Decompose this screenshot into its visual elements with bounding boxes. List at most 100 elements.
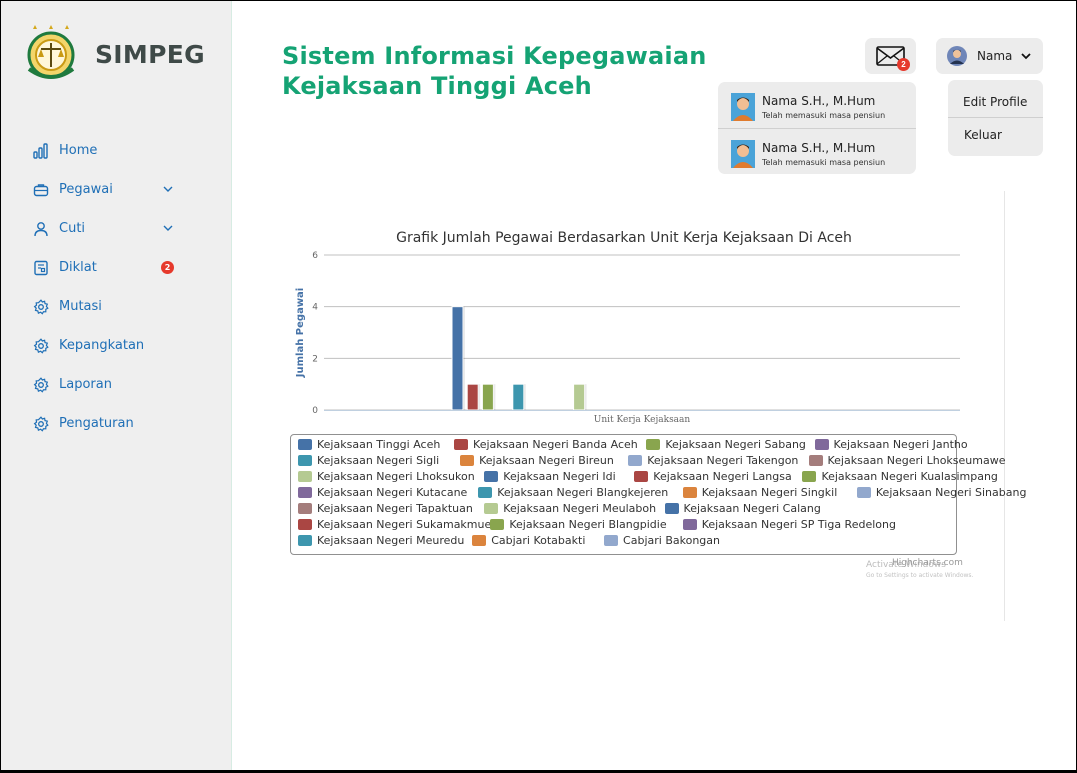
legend-swatch xyxy=(814,439,829,450)
legend-item[interactable]: Kejaksaan Negeri Calang xyxy=(664,502,821,515)
legend-item[interactable]: Kejaksaan Negeri Blangpidie xyxy=(490,518,667,531)
bar-shadow xyxy=(493,384,496,410)
chevron-down-icon[interactable] xyxy=(161,221,175,235)
avatar xyxy=(947,46,967,66)
legend-item[interactable]: Kejaksaan Negeri Langsa xyxy=(634,470,792,483)
chart-title: Grafik Jumlah Pegawai Berdasarkan Unit K… xyxy=(396,230,852,246)
legend-swatch xyxy=(460,455,475,466)
legend-swatch xyxy=(802,471,817,482)
notification-dropdown: Nama S.H., M.Hum Telah memasuki masa pen… xyxy=(718,82,916,174)
y-axis-label: Jumlah Pegawai xyxy=(295,288,306,378)
legend-item[interactable]: Kejaksaan Negeri Lhoksukon xyxy=(298,470,475,483)
legend-item[interactable]: Kejaksaan Negeri Kutacane xyxy=(298,486,467,499)
sidebar: SIMPEG Home Pegawai Cuti Diklat 2 Mutasi… xyxy=(1,1,232,770)
legend-item[interactable]: Cabjari Kotabakti xyxy=(472,534,585,547)
legend-label: Kejaksaan Negeri Idi xyxy=(503,470,616,483)
logout-item[interactable]: Keluar xyxy=(948,118,1043,156)
legend-label: Kejaksaan Negeri Lhokseumawe xyxy=(827,454,1006,467)
y-tick-label: 2 xyxy=(312,354,318,364)
app-window: SIMPEG Home Pegawai Cuti Diklat 2 Mutasi… xyxy=(1,1,1076,770)
sidebar-item-pengaturan[interactable]: Pengaturan xyxy=(1,404,232,443)
chevron-down-icon[interactable] xyxy=(161,182,175,196)
legend-label: Cabjari Kotabakti xyxy=(491,534,586,547)
legend-swatch xyxy=(808,455,823,466)
sidebar-item-home[interactable]: Home xyxy=(1,131,232,170)
legend-item[interactable]: Kejaksaan Negeri Takengon xyxy=(628,454,798,467)
sidebar-item-diklat[interactable]: Diklat 2 xyxy=(1,248,232,287)
page-title-line2: Kejaksaan Tinggi Aceh xyxy=(282,72,592,100)
sidebar-item-cuti[interactable]: Cuti xyxy=(1,209,232,248)
legend-label: Kejaksaan Negeri Blangpidie xyxy=(509,518,667,531)
y-tick-label: 0 xyxy=(312,406,318,416)
legend-item[interactable]: Kejaksaan Tinggi Aceh xyxy=(298,438,440,451)
legend-label: Kejaksaan Negeri Meuredu xyxy=(317,534,465,547)
legend-item[interactable]: Kejaksaan Negeri Sinabang xyxy=(856,486,1027,499)
legend-item[interactable]: Kejaksaan Negeri Kualasimpang xyxy=(802,470,998,483)
document-icon xyxy=(34,260,48,275)
edit-profile-item[interactable]: Edit Profile xyxy=(948,80,1043,118)
legend-item[interactable]: Kejaksaan Negeri Sukamakmue xyxy=(298,518,491,531)
gear-icon xyxy=(33,376,49,393)
notification-item[interactable]: Nama S.H., M.Hum Telah memasuki masa pen… xyxy=(718,82,916,128)
legend-label: Kejaksaan Negeri SP Tiga Redelong xyxy=(701,518,896,531)
sidebar-item-laporan[interactable]: Laporan xyxy=(1,365,232,404)
legend-item[interactable]: Kejaksaan Negeri Idi xyxy=(484,470,616,483)
sidebar-item-label: Kepangkatan xyxy=(59,338,145,353)
user-menu-button[interactable]: Nama xyxy=(936,38,1043,74)
sidebar-item-kepangkatan[interactable]: Kepangkatan xyxy=(1,326,232,365)
sidebar-item-label: Pegawai xyxy=(59,182,113,197)
sidebar-item-label: Mutasi xyxy=(59,299,102,314)
legend-label: Kejaksaan Tinggi Aceh xyxy=(317,438,441,451)
legend-label: Kejaksaan Negeri Sabang xyxy=(665,438,806,451)
legend-item[interactable]: Kejaksaan Negeri Banda Aceh xyxy=(454,438,638,451)
legend-swatch xyxy=(298,487,312,498)
legend-item[interactable]: Kejaksaan Negeri SP Tiga Redelong xyxy=(682,518,896,531)
x-axis-label: Unit Kerja Kejaksaan xyxy=(594,415,691,425)
legend-swatch xyxy=(628,455,643,466)
app-name: SIMPEG xyxy=(95,39,205,69)
legend-item[interactable]: Kejaksaan Negeri Meuredu xyxy=(298,534,464,547)
legend-item[interactable]: Kejaksaan Negeri Tapaktuan xyxy=(298,502,473,515)
legend-label: Kejaksaan Negeri Sinabang xyxy=(875,486,1027,499)
legend-item[interactable]: Cabjari Bakongan xyxy=(604,534,720,547)
brand[interactable]: SIMPEG xyxy=(21,23,205,85)
bar-shadow xyxy=(463,306,465,410)
legend-item[interactable]: Kejaksaan Negeri Blangkejeren xyxy=(478,486,668,499)
legend-swatch xyxy=(490,519,505,530)
legend-swatch xyxy=(484,471,499,482)
sidebar-item-pegawai[interactable]: Pegawai xyxy=(1,170,232,209)
gear-icon xyxy=(33,415,49,432)
bar xyxy=(451,306,464,411)
legend-label: Kejaksaan Negeri Sukamakmue xyxy=(317,518,492,531)
legend-item[interactable]: Kejaksaan Negeri Lhokseumawe xyxy=(808,454,1006,467)
legend-swatch xyxy=(298,471,312,482)
chart-legend: Kejaksaan Tinggi Aceh Kejaksaan Negeri Ba… xyxy=(290,434,1026,555)
legend-item[interactable]: Kejaksaan Negeri Sabang xyxy=(646,438,806,451)
bar xyxy=(466,383,479,411)
notification-name: Nama S.H., M.Hum xyxy=(762,141,876,155)
briefcase-icon xyxy=(33,183,49,196)
notification-message: Telah memasuki masa pensiun xyxy=(762,158,886,167)
sidebar-item-label: Pengaturan xyxy=(59,416,134,431)
legend-label: Kejaksaan Negeri Calang xyxy=(683,502,821,515)
notification-item[interactable]: Nama S.H., M.Hum Telah memasuki masa pen… xyxy=(718,128,916,174)
gear-icon xyxy=(33,298,49,315)
bar-chart: Grafik Jumlah Pegawai Berdasarkan Unit K… xyxy=(295,230,960,425)
legend-item[interactable]: Kejaksaan Negeri Bireun xyxy=(460,454,614,467)
sidebar-item-mutasi[interactable]: Mutasi xyxy=(1,287,232,326)
bar xyxy=(512,383,525,411)
chart-credits[interactable]: Highcharts.com xyxy=(892,558,963,568)
avatar xyxy=(731,140,755,168)
legend-label: Kejaksaan Negeri Bireun xyxy=(479,454,614,467)
legend-item[interactable]: Kejaksaan Negeri Meulaboh xyxy=(484,502,656,515)
legend-swatch xyxy=(682,519,697,530)
legend-label: Kejaksaan Negeri Jantho xyxy=(833,438,968,451)
chevron-down-icon[interactable] xyxy=(1020,50,1032,62)
legend-item[interactable]: Kejaksaan Negeri Jantho xyxy=(814,438,968,451)
legend-item[interactable]: Kejaksaan Negeri Singkil xyxy=(682,486,837,499)
legend-swatch xyxy=(604,535,619,546)
user-name: Nama xyxy=(977,49,1013,63)
bar-shadow xyxy=(478,384,481,410)
legend-item[interactable]: Kejaksaan Negeri Sigli xyxy=(298,454,439,467)
diklat-badge: 2 xyxy=(161,261,174,274)
